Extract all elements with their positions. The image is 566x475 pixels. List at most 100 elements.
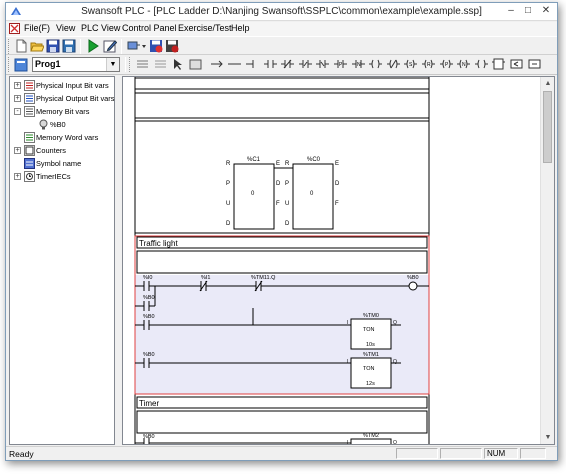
contact-nc-icon[interactable]: [280, 57, 295, 72]
menu-control-panel[interactable]: Control Panel: [122, 23, 177, 33]
doc-icon[interactable]: [9, 23, 20, 36]
menu-view[interactable]: View: [56, 23, 75, 33]
run-icon[interactable]: [86, 39, 100, 53]
rung-1-title-field[interactable]: [134, 77, 430, 90]
contact-rising-icon[interactable]: [298, 57, 313, 72]
collapse-icon[interactable]: -: [14, 108, 21, 115]
contact-no-icon[interactable]: [263, 57, 278, 72]
coil-icon[interactable]: [368, 57, 383, 72]
status-num: NUM: [484, 448, 518, 459]
tree-item-label: Memory Bit vars: [36, 107, 90, 116]
contact-label: %TM11.Q: [251, 275, 276, 281]
program-select[interactable]: Prog1 ▼: [32, 57, 120, 72]
contact-p-icon[interactable]: P: [333, 57, 348, 72]
scroll-up-icon[interactable]: ▲: [541, 77, 554, 90]
pin-label: D: [276, 181, 281, 187]
edit-icon[interactable]: [103, 39, 118, 53]
pin-label: Q: [393, 440, 397, 444]
rung-3-comment-field[interactable]: [136, 410, 428, 434]
compare-block-icon[interactable]: [509, 57, 524, 72]
rung-3-title-field[interactable]: [136, 396, 428, 409]
menu-file[interactable]: File(F): [24, 23, 50, 33]
expand-icon[interactable]: +: [14, 147, 21, 154]
rung-1-comment-field[interactable]: [134, 92, 430, 119]
coil-reset-icon[interactable]: R: [421, 57, 436, 72]
toolbar-separator: [80, 39, 81, 54]
new-file-icon[interactable]: [14, 39, 28, 53]
chevron-down-icon[interactable]: ▼: [106, 58, 119, 71]
project-tree[interactable]: + Physical Input Bit vars + Physical Out…: [9, 76, 115, 445]
expand-icon[interactable]: +: [14, 95, 21, 102]
maximize-button[interactable]: □: [520, 5, 536, 18]
title-bar[interactable]: Swansoft PLC - [PLC Ladder D:\Nanjing Sw…: [6, 3, 557, 21]
operate-block-icon[interactable]: [527, 57, 542, 72]
download-icon[interactable]: [149, 39, 163, 53]
status-pane: [520, 448, 546, 459]
rung-3-network[interactable]: %B0 %TM2 I Q: [135, 433, 397, 444]
expand-icon[interactable]: +: [14, 173, 21, 180]
rung-2-title-field[interactable]: [136, 236, 428, 249]
coil-set-icon[interactable]: S: [403, 57, 418, 72]
open-folder-icon[interactable]: [30, 39, 45, 53]
symbol-icon: [24, 158, 35, 171]
ladder-toolbar: Prog1 ▼ P N S R P N: [6, 55, 557, 75]
contact-label: %B0: [143, 434, 155, 440]
toolbar-grip[interactable]: [8, 57, 11, 72]
menu-exercise-test[interactable]: Exercise/Test: [178, 23, 232, 33]
scroll-thumb[interactable]: [543, 91, 552, 163]
contact-n-icon[interactable]: N: [351, 57, 366, 72]
select-pointer-icon[interactable]: [170, 57, 185, 72]
coil-n-icon[interactable]: N: [456, 57, 471, 72]
timer-preset: 10s: [366, 342, 375, 348]
properties-icon[interactable]: [188, 57, 203, 72]
connect-dropdown-icon[interactable]: [127, 39, 147, 53]
coil-latch-icon[interactable]: [474, 57, 489, 72]
wire-right-icon[interactable]: [210, 57, 225, 72]
ladder-editor[interactable]: %C1 0 R P U D E D F %C0 0 R P U D E D F …: [122, 76, 555, 445]
tree-item-label: %B0: [50, 120, 66, 129]
ladder-diagram[interactable]: %C1 0 R P U D E D F %C0 0 R P U D E D F …: [123, 77, 541, 444]
delete-rung-icon[interactable]: [153, 57, 168, 72]
rung-2-comment-field[interactable]: [136, 250, 428, 274]
pin-label: I: [347, 320, 348, 326]
counter-icon: [24, 145, 35, 158]
insert-rung-icon[interactable]: [135, 57, 150, 72]
editor-vertical-scrollbar[interactable]: ▲ ▼: [540, 77, 554, 444]
pin-label: D: [285, 221, 290, 227]
timer-preset: 12s: [366, 381, 375, 387]
minimize-button[interactable]: –: [503, 5, 519, 18]
application-window: Swansoft PLC - [PLC Ladder D:\Nanjing Sw…: [5, 2, 558, 461]
timer-label: %TM0: [363, 313, 379, 319]
wire-vertical-icon[interactable]: [245, 57, 260, 72]
contact-label: %B0: [143, 314, 155, 320]
lightbulb-icon: [38, 119, 49, 132]
pin-label: F: [276, 201, 280, 207]
pin-label: P: [285, 181, 289, 187]
menu-plc-view[interactable]: PLC View: [81, 23, 120, 33]
save-as-icon[interactable]: [62, 39, 76, 53]
expand-icon[interactable]: +: [14, 82, 21, 89]
tree-item-label: Symbol name: [36, 159, 82, 168]
upload-icon[interactable]: [165, 39, 179, 53]
timer-icon: [24, 171, 35, 184]
close-button[interactable]: ✕: [538, 5, 554, 18]
menu-bar: File(F) View PLC View Control Panel Exer…: [6, 22, 557, 36]
scroll-down-icon[interactable]: ▼: [541, 431, 554, 444]
pin-label: I: [347, 440, 348, 444]
timer-label: %TM1: [363, 352, 379, 358]
pin-label: D: [335, 181, 340, 187]
tree-item-label: Memory Word vars: [36, 133, 99, 142]
wire-horizontal-icon[interactable]: [227, 57, 242, 72]
counter-block-c0[interactable]: %C0 0 R P U D E D F: [285, 157, 340, 230]
function-block-icon[interactable]: [491, 57, 506, 72]
coil-label: %B0: [407, 275, 419, 281]
status-bar: Ready NUM: [6, 446, 557, 460]
coil-not-icon[interactable]: [386, 57, 401, 72]
toolbar-grip[interactable]: [129, 57, 132, 72]
toolbar-grip[interactable]: [8, 39, 11, 54]
coil-p-icon[interactable]: P: [439, 57, 454, 72]
rung-1-body[interactable]: [134, 120, 430, 234]
menu-help[interactable]: Help: [231, 23, 250, 33]
contact-falling-icon[interactable]: [315, 57, 330, 72]
save-icon[interactable]: [46, 39, 60, 53]
